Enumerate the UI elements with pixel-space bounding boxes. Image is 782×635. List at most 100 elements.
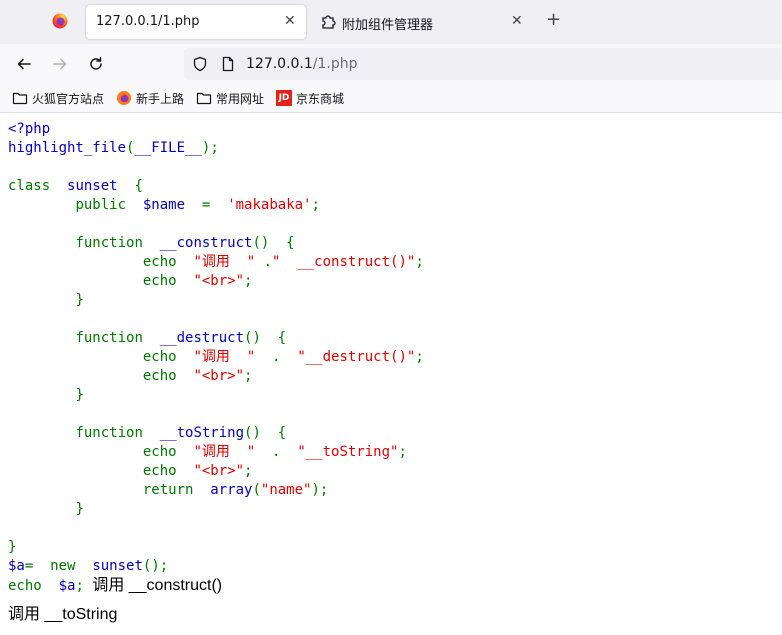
code-token: (	[252, 482, 261, 498]
code-token: "<br>"	[193, 273, 245, 289]
tab-close-icon[interactable]: ✕	[284, 13, 296, 29]
firefox-icon[interactable]	[52, 13, 68, 29]
bookmark-label: 新手上路	[136, 91, 185, 106]
code-token: public	[75, 197, 127, 213]
code-token: echo	[142, 273, 177, 289]
code-token: }	[75, 501, 84, 517]
code-token: "__toString"	[297, 444, 399, 460]
shield-icon[interactable]	[192, 56, 208, 72]
reload-icon	[90, 56, 102, 70]
url-text[interactable]: 127.0.0.1/1.php	[246, 56, 358, 72]
tab-active[interactable]: 127.0.0.1/1.php ✕	[86, 5, 306, 39]
tab-close-icon[interactable]: ✕	[511, 13, 523, 29]
code-token: sunset	[92, 558, 143, 574]
bookmark-jd[interactable]: JD 京东商城	[276, 90, 344, 106]
code-token: highlight_file	[8, 140, 127, 156]
code-token: );	[201, 140, 219, 156]
jd-icon: JD	[276, 90, 292, 106]
tab-title: 附加组件管理器	[342, 18, 434, 33]
folder-icon	[196, 92, 212, 105]
code-token: $a	[58, 578, 76, 594]
code-token: "<br>"	[193, 463, 245, 479]
bookmark-getting-started[interactable]: 新手上路	[116, 90, 184, 106]
output-line-2: 调用 __toString	[8, 606, 118, 623]
code-token: =	[24, 558, 34, 574]
code-token: " __construct()"	[272, 254, 416, 270]
bookmark-common-sites[interactable]: 常用网址	[196, 90, 264, 106]
output-line-1: 调用 __construct()	[92, 577, 223, 594]
code-token: __FILE__	[134, 140, 202, 156]
code-token: __destruct	[159, 330, 245, 346]
code-token: ;	[415, 254, 424, 270]
code-token: function	[75, 235, 143, 251]
code-token: () {	[252, 235, 295, 251]
code-token: ;	[311, 197, 320, 213]
back-arrow-icon	[17, 58, 31, 70]
code-token: echo	[142, 349, 177, 365]
bookmark-firefox-site[interactable]: 火狐官方站点	[12, 90, 104, 106]
code-token: $a	[8, 558, 25, 574]
url-host: 127.0.0.1	[246, 56, 313, 72]
bookmark-label: 常用网址	[216, 91, 265, 106]
code-token: __toString	[159, 425, 245, 441]
forward-button[interactable]	[50, 54, 70, 74]
code-token: new	[50, 558, 76, 574]
code-token: .	[272, 444, 281, 460]
nav-bar: 127.0.0.1/1.php	[0, 44, 782, 84]
code-token: __construct	[159, 235, 253, 251]
code-token: }	[75, 387, 84, 403]
code-token: "调用 "	[193, 349, 256, 365]
code-token: echo	[142, 463, 177, 479]
tab-strip: 127.0.0.1/1.php ✕ 附加组件管理器 ✕ +	[0, 0, 782, 44]
reload-button[interactable]	[86, 54, 106, 74]
firefox-icon	[117, 91, 131, 105]
tab-addons[interactable]: 附加组件管理器 ✕	[314, 5, 534, 39]
code-token: function	[75, 330, 143, 346]
code-token: ;	[244, 368, 253, 384]
new-tab-button[interactable]: +	[546, 11, 561, 29]
code-token: .	[272, 349, 281, 365]
bookmark-label: 火狐官方站点	[32, 91, 105, 106]
code-token: ;	[75, 578, 84, 594]
code-token: echo	[142, 254, 177, 270]
code-token: class	[8, 178, 51, 194]
code-token: }	[75, 292, 84, 308]
back-button[interactable]	[14, 54, 34, 74]
page-content: <?php highlight_file ( __FILE__); class su…	[8, 120, 778, 596]
code-token: }	[8, 539, 17, 555]
code-token: echo	[8, 578, 42, 594]
code-token: sunset	[67, 178, 118, 194]
code-token: function	[75, 425, 143, 441]
code-token: () {	[244, 330, 287, 346]
code-token: return	[142, 482, 194, 498]
tab-title: 127.0.0.1/1.php	[96, 14, 200, 29]
code-token: echo	[142, 444, 177, 460]
code-token: "name"	[260, 482, 312, 498]
page-icon[interactable]	[220, 56, 236, 72]
code-token: $name	[142, 197, 186, 213]
url-path: /1.php	[312, 56, 358, 72]
code-token: echo	[142, 368, 177, 384]
code-token: "<br>"	[193, 368, 245, 384]
code-token: ;	[244, 463, 253, 479]
code-token: 'makabaka'	[227, 197, 312, 213]
code-token: );	[311, 482, 329, 498]
php-open-tag: <?php	[8, 121, 51, 137]
code-token: "调用 "	[193, 444, 256, 460]
code-token: array	[210, 482, 253, 498]
code-token: .	[263, 254, 273, 270]
code-token: "调用 "	[193, 254, 256, 270]
folder-icon	[12, 92, 28, 105]
code-token: ;	[244, 273, 253, 289]
bookmarks-bar: 火狐官方站点 新手上路 常用网址 JD 京东商城	[0, 84, 782, 113]
code-token: {	[134, 178, 143, 194]
php-source: <?php highlight_file ( __FILE__); class su…	[8, 120, 778, 596]
url-bar[interactable]: 127.0.0.1/1.php	[184, 48, 782, 80]
code-token: ;	[415, 349, 424, 365]
code-token: ;	[398, 444, 407, 460]
puzzle-icon	[322, 15, 336, 29]
code-token: () {	[244, 425, 287, 441]
code-token: =	[201, 197, 211, 213]
forward-arrow-icon	[53, 58, 67, 70]
code-token: ();	[142, 558, 169, 574]
